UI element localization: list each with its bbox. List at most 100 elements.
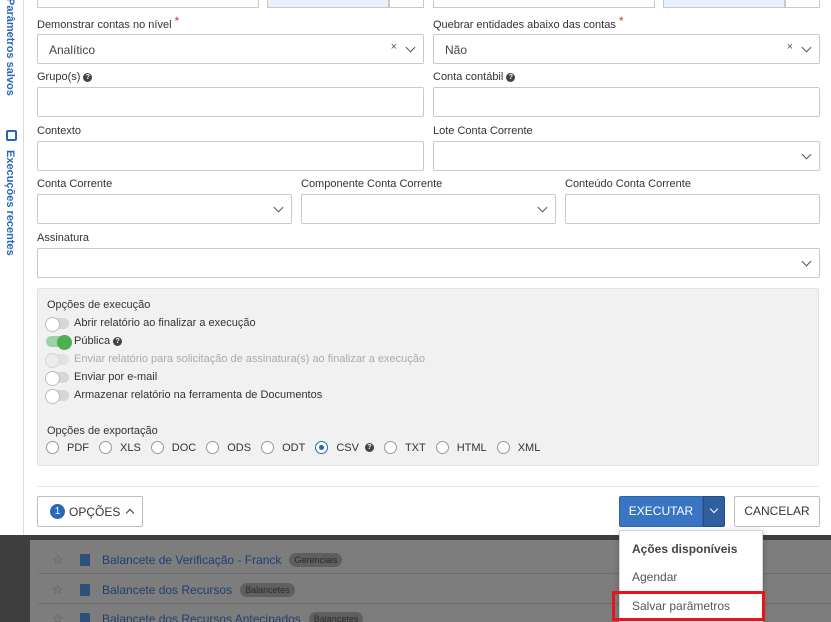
field-partial[interactable] <box>389 0 424 8</box>
chevron-down-icon[interactable] <box>801 149 812 160</box>
format-odt[interactable]: ODT <box>261 441 305 454</box>
radio-button[interactable] <box>315 441 329 454</box>
category-tag: Gerenciais <box>289 552 343 567</box>
radio-button[interactable] <box>496 441 510 454</box>
assinatura-select[interactable] <box>37 248 820 278</box>
help-icon[interactable]: ? <box>506 72 516 82</box>
select-value: Não <box>445 43 468 57</box>
componente-select[interactable] <box>301 194 556 224</box>
radio-button[interactable] <box>206 441 220 454</box>
toggle-open-report[interactable]: Abrir relatório ao finalizar a execução <box>45 316 256 332</box>
quebrar-select[interactable]: Não × <box>433 34 820 64</box>
select-value: Analítico <box>49 43 96 57</box>
report-title[interactable]: Balancete de Verificação - Franck <box>102 553 281 567</box>
toggle-label: Abrir relatório ao finalizar a execução <box>74 317 256 329</box>
highlight-box <box>612 591 765 621</box>
menu-item-agendar[interactable]: Agendar <box>632 570 677 584</box>
field-partial[interactable] <box>37 0 259 8</box>
conta-corrente-select[interactable] <box>37 194 292 224</box>
toggle-label: Armazenar relatório na ferramenta de Doc… <box>74 389 323 401</box>
star-icon[interactable]: ☆ <box>52 552 66 567</box>
chevron-up-icon <box>126 508 135 518</box>
chevron-down-icon[interactable] <box>801 42 812 53</box>
report-parameters-modal: Demonstrar contas no nível * Analítico × … <box>24 0 831 535</box>
field-partial[interactable] <box>663 0 785 8</box>
toggle-label: Pública <box>74 335 111 347</box>
lote-select[interactable] <box>433 141 820 171</box>
chevron-down-icon[interactable] <box>801 256 812 267</box>
required-mark: * <box>618 14 624 28</box>
label-text: Quebrar entidades abaixo das contas <box>433 19 616 31</box>
format-pdf[interactable]: PDF <box>46 441 89 454</box>
format-doc[interactable]: DOC <box>150 441 196 454</box>
format-xml[interactable]: XML <box>496 441 540 454</box>
label-text: Grupo(s) <box>37 71 81 83</box>
export-format-group: PDF XLS DOC ODS ODT CSV? TXT HTML XML <box>46 441 550 454</box>
format-xls[interactable]: XLS <box>99 441 141 454</box>
conta-contabil-input[interactable] <box>433 87 820 117</box>
execute-button[interactable]: EXECUTAR <box>619 496 703 527</box>
radio-label: PDF <box>67 441 89 454</box>
lote-label: Lote Conta Corrente <box>433 125 533 137</box>
field-partial[interactable] <box>785 0 820 8</box>
category-tag: Balancetes <box>240 582 295 597</box>
toggle-public[interactable]: Pública ? <box>46 334 123 350</box>
radio-button[interactable] <box>150 441 164 454</box>
category-tag: Balancetes <box>308 611 364 622</box>
toggle-label: Enviar relatório para solicitação de ass… <box>74 353 425 365</box>
report-title[interactable]: Balancete dos Recursos <box>102 583 232 597</box>
nivel-label: Demonstrar contas no nível * <box>37 14 179 31</box>
options-label: OPÇÕES <box>69 504 121 519</box>
help-icon[interactable]: ? <box>364 443 374 452</box>
radio-button[interactable] <box>383 441 397 454</box>
radio-button[interactable] <box>46 441 59 454</box>
help-icon[interactable]: ? <box>83 72 93 82</box>
toggle-label: Enviar por e-mail <box>74 371 158 383</box>
options-button[interactable]: 1 OPÇÕES <box>37 496 143 527</box>
clear-icon[interactable]: × <box>787 41 793 53</box>
chevron-down-icon[interactable] <box>273 202 284 213</box>
collapse-icon[interactable] <box>6 130 17 141</box>
format-txt[interactable]: TXT <box>383 441 426 454</box>
format-ods[interactable]: ODS <box>206 441 251 454</box>
radio-button[interactable] <box>435 441 449 454</box>
radio-label: ODS <box>227 441 252 454</box>
toggle-email[interactable]: Enviar por e-mail <box>45 370 158 386</box>
toggle-switch[interactable] <box>45 388 69 404</box>
execution-options-title: Opções de execução <box>47 299 151 311</box>
toggle-switch[interactable] <box>45 370 69 386</box>
radio-label: HTML <box>456 441 487 454</box>
side-tabs: Parâmetros salvos Execuções recentes <box>0 0 24 535</box>
help-icon[interactable]: ? <box>113 336 123 346</box>
format-html[interactable]: HTML <box>435 441 487 454</box>
field-partial[interactable] <box>267 0 389 8</box>
saved-params-tab[interactable]: Parâmetros salvos <box>4 0 16 96</box>
toggle-switch[interactable] <box>46 334 72 350</box>
quebrar-label: Quebrar entidades abaixo das contas * <box>433 14 624 31</box>
label-text: Demonstrar contas no nível <box>37 19 172 31</box>
radio-label: CSV <box>336 441 359 454</box>
conteudo-input[interactable] <box>565 194 820 224</box>
nivel-select[interactable]: Analítico × <box>37 34 424 64</box>
grupos-input[interactable] <box>37 87 424 117</box>
star-icon[interactable]: ☆ <box>52 611 66 622</box>
recent-runs-tab[interactable]: Execuções recentes <box>4 150 16 256</box>
star-icon[interactable]: ☆ <box>52 582 66 597</box>
radio-button[interactable] <box>261 441 275 454</box>
export-options-title: Opções de exportação <box>47 425 158 437</box>
radio-button[interactable] <box>99 441 112 454</box>
execute-dropdown-button[interactable] <box>703 496 725 527</box>
report-title[interactable]: Balancete dos Recursos Antecipados <box>102 612 301 622</box>
clear-icon[interactable]: × <box>391 41 397 53</box>
divider <box>37 486 819 487</box>
chevron-down-icon[interactable] <box>537 202 548 213</box>
toggle-signature-request: Enviar relatório para solicitação de ass… <box>45 352 425 368</box>
toggle-switch[interactable] <box>45 316 69 332</box>
document-icon <box>80 583 90 596</box>
field-partial[interactable] <box>433 0 655 8</box>
cancel-button[interactable]: CANCELAR <box>734 496 820 527</box>
chevron-down-icon[interactable] <box>405 42 416 53</box>
format-csv[interactable]: CSV? <box>315 441 374 454</box>
toggle-store-documents[interactable]: Armazenar relatório na ferramenta de Doc… <box>45 388 323 404</box>
contexto-input[interactable] <box>37 141 424 171</box>
